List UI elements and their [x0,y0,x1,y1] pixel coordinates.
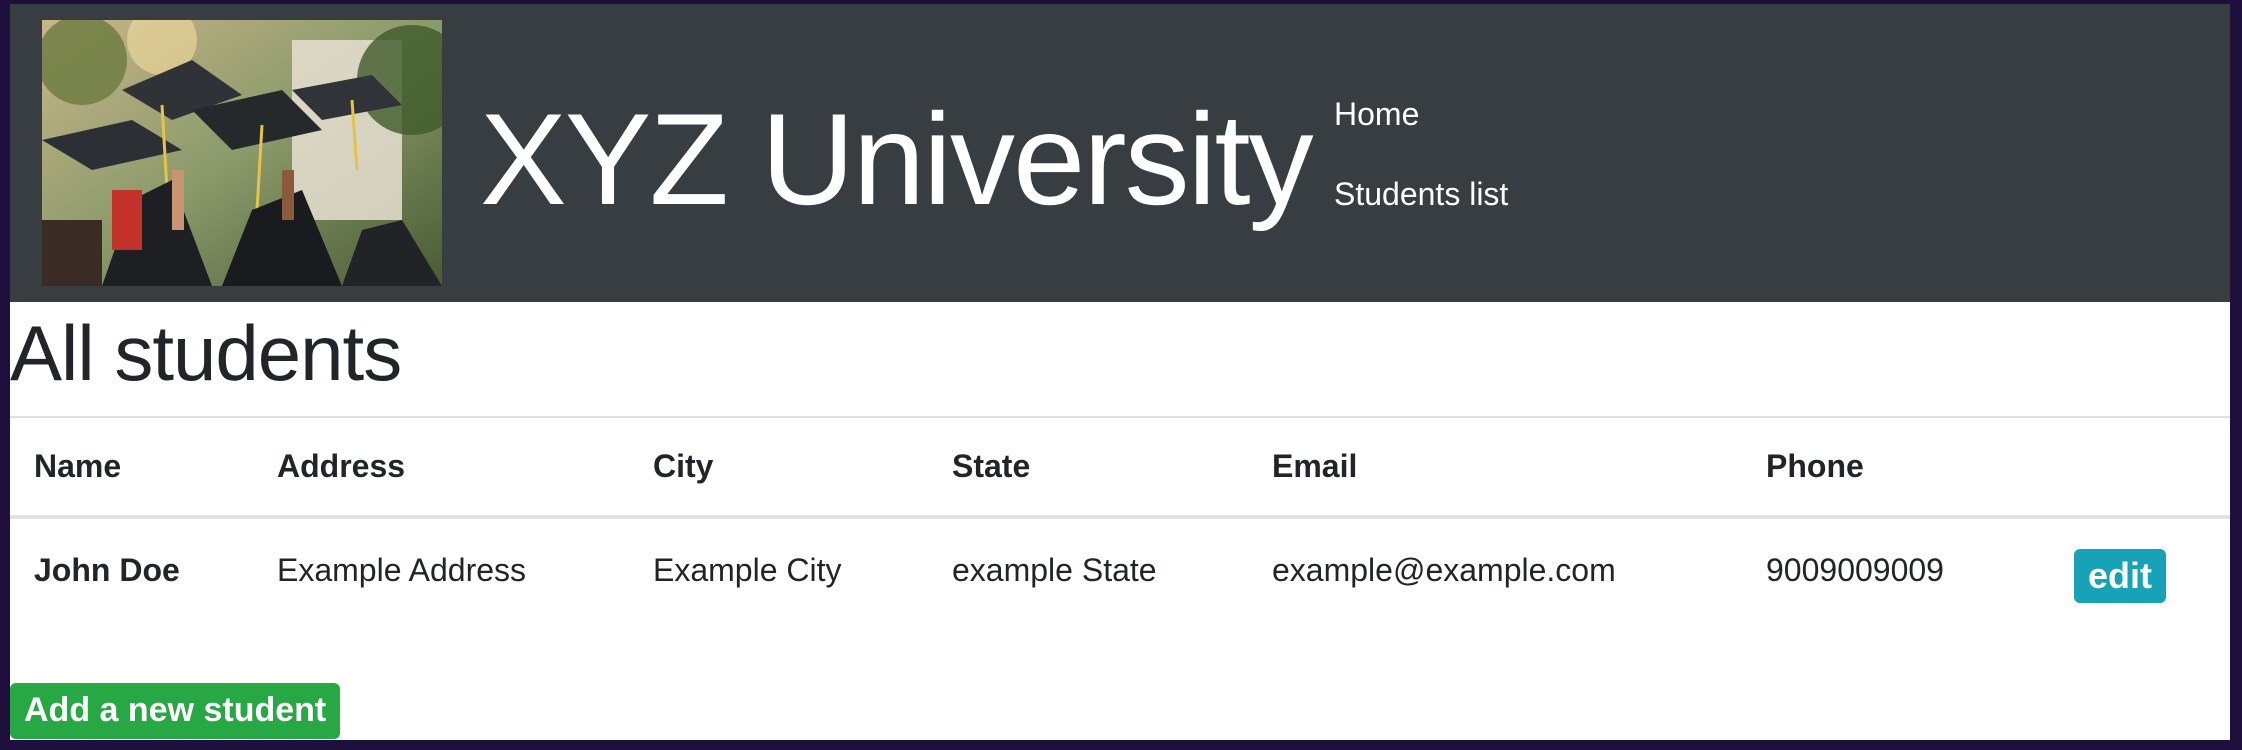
nav-link-students-list[interactable]: Students list [1334,174,1508,214]
navbar: XYZ University Home Students list [10,4,2230,302]
table-header-row: Name Address City State Email Phone [10,416,2230,519]
column-header-actions [2050,416,2230,519]
site-title[interactable]: XYZ University [480,84,1314,234]
graduation-caps-illustration [42,20,442,286]
nav-link-home[interactable]: Home [1334,94,1419,134]
cell-phone: 9009009009 [1766,551,1944,588]
page-title: All students [10,309,402,397]
cell-city: Example City [653,551,842,588]
page-frame: XYZ University Home Students list All st… [10,4,2230,740]
cell-name: John Doe [34,551,180,588]
column-header-phone: Phone [1742,416,2050,519]
column-header-city: City [629,416,928,519]
cell-email: example@example.com [1272,551,1616,588]
add-student-button[interactable]: Add a new student [10,683,341,739]
column-header-address: Address [253,416,629,519]
cell-state: example State [952,551,1157,588]
column-header-name: Name [10,416,253,519]
table-row: John Doe Example Address Example City ex… [10,517,2230,621]
cell-actions: edit [2050,517,2230,621]
cell-address: Example Address [277,551,527,588]
column-header-state: State [928,416,1248,519]
edit-button[interactable]: edit [2074,549,2167,603]
students-table: Name Address City State Email Phone John… [10,416,2230,621]
graduation-caps-image [42,20,442,286]
column-header-email: Email [1248,416,1742,519]
